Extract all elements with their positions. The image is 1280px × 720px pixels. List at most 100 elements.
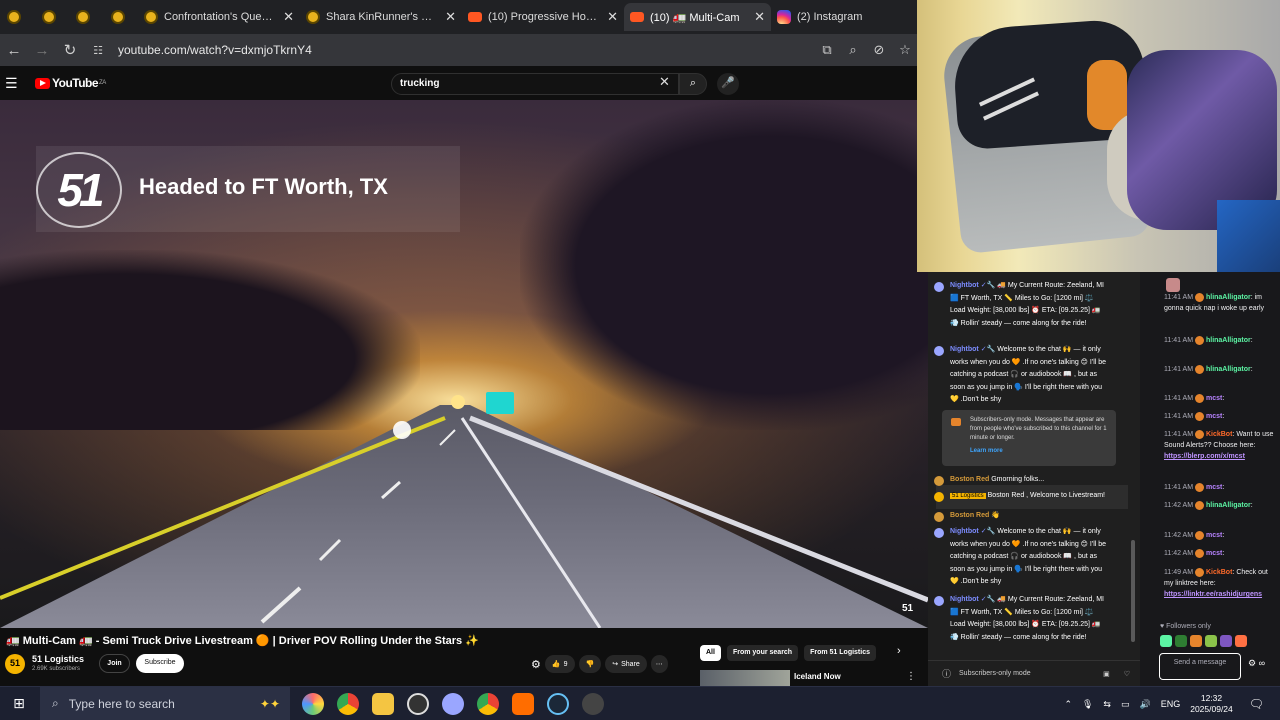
join-button[interactable]: Join xyxy=(99,654,130,673)
search-input[interactable]: trucking xyxy=(391,73,679,95)
browser-tab[interactable]: (10) Progressive House 2 ✕ xyxy=(462,3,624,31)
emote-icon[interactable] xyxy=(1190,635,1202,647)
chat-username[interactable]: Boston Red xyxy=(950,476,989,483)
app-icon[interactable] xyxy=(442,692,464,715)
channel-avatar[interactable]: 51 xyxy=(5,654,25,674)
browser-tab[interactable]: (10) 🚛 Multi-Cam ✕ xyxy=(624,3,771,31)
emote-icon[interactable] xyxy=(1235,635,1247,647)
emote-icon[interactable] xyxy=(1175,635,1187,647)
browser-tab[interactable] xyxy=(104,3,139,31)
browser-tab[interactable] xyxy=(35,3,70,31)
taskbar-search[interactable]: ⌕ Type here to search ✦✦ xyxy=(40,686,290,720)
browser-tab[interactable] xyxy=(0,3,35,31)
close-tab-icon[interactable]: ✕ xyxy=(445,9,456,25)
youtube-logo[interactable]: YouTube ZA xyxy=(35,76,106,90)
microphone-icon[interactable]: 🎙 xyxy=(1082,699,1093,710)
browser-tab[interactable]: Shara KinRunner's Quest ✕ xyxy=(300,3,462,31)
chat-username[interactable]: hlinaAlligator xyxy=(1206,337,1251,344)
chat-link[interactable]: https://linktr.ee/rashidjurgens xyxy=(1164,591,1262,598)
cast-icon[interactable]: ⧉ xyxy=(814,42,840,58)
browser-tab[interactable]: Confrontation's Quests - ✕ xyxy=(138,3,300,31)
chat-username[interactable]: mcst xyxy=(1206,532,1222,539)
chat-username[interactable]: Boston Red xyxy=(950,512,989,519)
more-actions-button[interactable]: ⋯ xyxy=(650,655,668,673)
chat-avatar[interactable] xyxy=(934,476,944,486)
filter-chip[interactable]: From your search xyxy=(726,645,799,661)
more-vertical-icon[interactable]: ⋮ xyxy=(906,671,916,682)
reload-icon[interactable]: ↻ xyxy=(56,41,84,59)
clock[interactable]: 12:32 2025/09/24 xyxy=(1190,693,1233,715)
volume-icon[interactable]: 🔊 xyxy=(1139,699,1150,710)
chevron-up-icon[interactable]: ⌃ xyxy=(1064,699,1072,710)
chat-username[interactable]: 51 Logistics xyxy=(950,493,986,499)
menu-icon[interactable]: ☰ xyxy=(5,75,27,92)
chat-avatar[interactable] xyxy=(934,282,944,292)
close-tab-icon[interactable]: ✕ xyxy=(754,9,765,25)
like-button[interactable]: 👍 9 xyxy=(544,655,575,673)
obs-icon[interactable] xyxy=(407,692,429,715)
filter-chip[interactable]: All xyxy=(700,645,721,661)
steam-icon[interactable] xyxy=(547,692,569,715)
chat-username[interactable]: Nightbot ✓🔧 xyxy=(950,528,995,535)
chat-username[interactable]: Nightbot ✓🔧 xyxy=(950,596,995,603)
learn-more-link[interactable]: Learn more xyxy=(970,447,1110,456)
emote-icon[interactable] xyxy=(1205,635,1217,647)
display-icon[interactable]: ▭ xyxy=(1121,699,1130,710)
chat-username[interactable]: KickBot xyxy=(1206,569,1232,576)
filter-chip[interactable]: From 51 Logistics xyxy=(804,645,876,661)
chevron-right-icon[interactable]: › xyxy=(897,645,901,657)
send-message-input[interactable]: Send a message xyxy=(1159,653,1241,680)
back-icon[interactable]: ← xyxy=(0,42,28,59)
chat-username[interactable]: Nightbot ✓🔧 xyxy=(950,346,995,353)
subscribe-button[interactable]: Subscribe xyxy=(136,654,184,673)
heart-icon[interactable]: ♡ xyxy=(1124,670,1130,678)
chrome-icon[interactable] xyxy=(337,692,359,715)
chat-username[interactable]: Nightbot ✓🔧 xyxy=(950,282,995,289)
language-indicator[interactable]: ENG xyxy=(1161,699,1181,709)
close-tab-icon[interactable]: ✕ xyxy=(283,9,294,25)
hide-icon[interactable]: ⊘ xyxy=(866,42,892,58)
app-icon[interactable] xyxy=(512,692,534,715)
app-icon[interactable] xyxy=(582,692,604,715)
url-field[interactable]: youtube.com/watch?v=dxmjoTkrnY4 xyxy=(118,43,814,57)
notifications-icon[interactable]: 🗨 xyxy=(1249,697,1264,711)
windows-start-icon[interactable]: ⊞ xyxy=(4,695,34,712)
clear-search-icon[interactable]: ✕ xyxy=(659,74,670,90)
chat-username[interactable]: mcst xyxy=(1206,395,1222,402)
video-watermark[interactable]: 51 xyxy=(902,603,913,614)
info-icon[interactable]: ⓘ xyxy=(942,667,951,680)
site-info-icon[interactable]: ☷ xyxy=(84,44,112,57)
chat-avatar[interactable] xyxy=(934,596,944,606)
chat-username[interactable]: hlinaAlligator xyxy=(1206,366,1251,373)
search-button[interactable]: ⌕ xyxy=(679,73,707,95)
chat-scrollbar[interactable] xyxy=(1131,540,1135,642)
emote-icon[interactable] xyxy=(1160,635,1172,647)
chat-avatar[interactable] xyxy=(934,512,944,522)
copilot-icon[interactable] xyxy=(302,692,324,715)
recommended-title[interactable]: Iceland Now xyxy=(794,672,841,681)
zoom-icon[interactable]: ⌕ xyxy=(840,42,866,58)
voice-search-button[interactable]: 🎤 xyxy=(717,73,739,95)
chat-avatar[interactable] xyxy=(934,528,944,538)
bookmark-star-icon[interactable]: ☆ xyxy=(892,42,918,58)
chat-avatar[interactable] xyxy=(934,492,944,502)
super-chat-icon[interactable]: ▣ xyxy=(1103,670,1110,678)
chat-link[interactable]: https://blerp.com/x/mcst xyxy=(1164,453,1245,460)
close-tab-icon[interactable]: ✕ xyxy=(607,9,618,25)
channel-name[interactable]: 51 Logistics xyxy=(32,654,84,664)
settings-gear-icon[interactable]: ⚙ xyxy=(531,658,541,671)
file-explorer-icon[interactable] xyxy=(372,692,394,715)
network-icon[interactable]: ⇆ xyxy=(1103,699,1111,710)
chat-username[interactable]: hlinaAlligator xyxy=(1206,502,1251,509)
chat-username[interactable]: mcst xyxy=(1206,413,1222,420)
browser-tab[interactable] xyxy=(69,3,104,31)
chat-username[interactable]: hlinaAlligator xyxy=(1206,294,1251,301)
chat-username[interactable]: mcst xyxy=(1206,484,1222,491)
video-player[interactable]: 51 Headed to FT Worth, TX 51 xyxy=(0,100,928,628)
chat-settings-icon[interactable]: ⚙ ∞ xyxy=(1248,658,1265,669)
chat-username[interactable]: mcst xyxy=(1206,550,1222,557)
chat-username[interactable]: KickBot xyxy=(1206,431,1232,438)
chat-avatar[interactable] xyxy=(934,346,944,356)
share-button[interactable]: ↪ Share xyxy=(605,655,647,673)
browser-tab[interactable]: (2) Instagram xyxy=(771,3,918,31)
